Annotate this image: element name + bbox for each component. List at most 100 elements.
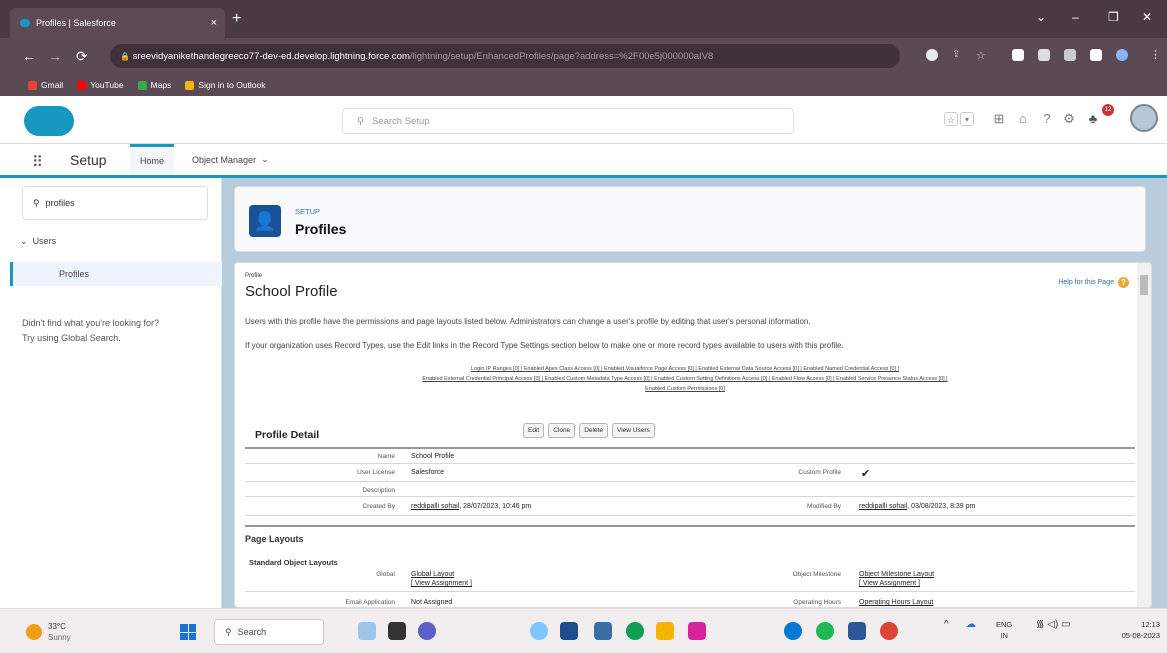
profile-name-heading: School Profile — [245, 283, 338, 300]
bookmark-outlook[interactable]: Sign in to Outlook — [185, 80, 266, 90]
bookmark-maps[interactable]: Maps — [137, 80, 171, 90]
links-line-2[interactable]: Enabled External Credential Principal Ac… — [422, 376, 947, 382]
divider — [245, 447, 1135, 449]
minimize-button[interactable]: – — [1072, 10, 1079, 24]
task-view-icon[interactable] — [388, 622, 406, 640]
created-date: , 28/07/2023, 10:46 pm — [459, 503, 532, 510]
detail-buttons: Edit Clone Delete View Users — [523, 423, 655, 438]
sidebar-item-profiles[interactable]: Profiles — [10, 262, 222, 286]
bookmark-star-icon[interactable]: ☆ — [976, 49, 988, 62]
url-field[interactable]: 🔒 sreevidyanikethandegreeco77-dev-ed.dev… — [110, 44, 900, 68]
tree-section-users[interactable]: ⌄ Users — [20, 236, 56, 247]
global-search-hint: Try using Global Search. — [22, 333, 121, 343]
bookmark-gmail[interactable]: Gmail — [28, 80, 63, 90]
milestone-layout-cell: Object Milestone Layout [ View Assignmen… — [859, 570, 934, 588]
quick-find-input[interactable]: ⚲ profiles — [22, 186, 208, 220]
store-icon[interactable] — [560, 622, 578, 640]
delete-button[interactable]: Delete — [579, 423, 608, 438]
related-links-line[interactable]: Enabled External Credential Principal Ac… — [245, 374, 1125, 384]
related-links-line[interactable]: Login IP Ranges [0] | Enabled Apex Class… — [245, 364, 1125, 374]
favorites-star-icon[interactable]: ☆ — [944, 112, 958, 126]
maximize-button[interactable]: ❐ — [1108, 10, 1119, 24]
add-icon[interactable]: ⊞ — [992, 112, 1006, 126]
links-line-3[interactable]: Enabled Custom Permissions [0] — [645, 386, 725, 392]
region: IN — [1000, 631, 1008, 640]
divider — [245, 515, 1135, 516]
time: 12:13 — [1141, 620, 1160, 629]
modified-by-user-link[interactable]: reddipalli sohail — [859, 503, 907, 510]
view-assignment-link[interactable]: [ View Assignment ] — [859, 579, 934, 588]
app-launcher-icon[interactable]: ⠿ — [32, 153, 43, 171]
forward-icon[interactable]: → — [48, 48, 62, 64]
spotify-icon[interactable] — [816, 622, 834, 640]
operating-hours-link[interactable]: Operating Hours Layout — [859, 599, 933, 606]
share-icon[interactable]: ⇪ — [952, 49, 964, 61]
widgets-icon[interactable] — [358, 622, 376, 640]
milestone-layout-link[interactable]: Object Milestone Layout — [859, 570, 934, 579]
gear-icon[interactable]: ⚙ — [1062, 112, 1076, 126]
menu-kebab-icon[interactable]: ⋮ — [1150, 48, 1161, 61]
bookmark-youtube[interactable]: YouTube — [77, 80, 124, 90]
search-setup-field[interactable]: ⚲ Search Setup — [342, 108, 794, 134]
help-for-this-page-link[interactable]: Help for this Page? — [1058, 277, 1129, 288]
scrollbar-thumb[interactable] — [1140, 275, 1148, 295]
address-bar-row: ← → ⟳ 🔒 sreevidyanikethandegreeco77-dev-… — [0, 38, 1167, 74]
modified-by-value: reddipalli sohail, 03/08/2023, 8:39 pm — [859, 503, 975, 510]
global-layout-link[interactable]: Global Layout — [411, 570, 472, 579]
help-icon[interactable]: ? — [1040, 112, 1054, 126]
file-explorer-icon[interactable] — [656, 622, 674, 640]
app-icon[interactable] — [784, 622, 802, 640]
weather-condition: Sunny — [48, 633, 71, 642]
new-tab-button[interactable]: + — [232, 10, 241, 28]
reload-icon[interactable]: ⟳ — [76, 48, 88, 65]
app-icon[interactable] — [530, 622, 548, 640]
clock[interactable]: 12:13 05-08-2023 — [1102, 619, 1160, 641]
tab-search-icon[interactable]: ⌄ — [1036, 10, 1046, 24]
trailhead-icon[interactable]: ⌂ — [1016, 112, 1030, 126]
notifications-bell-icon[interactable]: ♣ — [1086, 112, 1100, 126]
reading-list-icon[interactable] — [1064, 49, 1076, 61]
url-host: sreevidyanikethandegreeco77-dev-ed.devel… — [132, 50, 410, 62]
word-icon[interactable] — [848, 622, 866, 640]
edge-icon[interactable] — [626, 622, 644, 640]
page-eyebrow: SETUP — [295, 207, 321, 216]
salesforce-logo[interactable] — [24, 106, 74, 136]
view-users-button[interactable]: View Users — [611, 423, 655, 438]
browser-tab[interactable]: Profiles | Salesforce × — [10, 8, 225, 38]
extension-icon[interactable] — [1038, 49, 1050, 61]
avatar[interactable] — [1130, 104, 1158, 132]
created-by-user-link[interactable]: reddipalli sohail — [411, 503, 459, 510]
taskbar-search[interactable]: ⚲ Search — [214, 619, 324, 645]
chat-icon[interactable] — [418, 622, 436, 640]
weather-widget[interactable]: 33°C Sunny — [26, 621, 71, 643]
record-type-label: Profile — [245, 273, 263, 279]
edit-button[interactable]: Edit — [523, 423, 545, 438]
instagram-icon[interactable] — [688, 622, 706, 640]
windows-start-icon[interactable] — [180, 624, 196, 640]
links-line-1[interactable]: Login IP Ranges [0] | Enabled Apex Class… — [471, 366, 899, 372]
profile-avatar-icon[interactable] — [1116, 49, 1128, 61]
tab-close-icon[interactable]: × — [211, 17, 217, 29]
google-lens-icon[interactable] — [926, 49, 938, 61]
tray-chevron-icon[interactable]: ^ — [944, 619, 949, 630]
date: 05-08-2023 — [1121, 631, 1160, 640]
tab-object-manager[interactable]: Object Manager ⌄ — [182, 144, 279, 175]
maps-icon — [137, 80, 147, 90]
onedrive-icon[interactable]: ☁ — [966, 619, 976, 630]
clone-button[interactable]: Clone — [548, 423, 576, 438]
search-placeholder: Search Setup — [371, 115, 430, 127]
favorites-dropdown-icon[interactable]: ▾ — [960, 112, 974, 126]
content-scrollbar[interactable] — [1137, 263, 1151, 607]
related-links-line[interactable]: Enabled Custom Permissions [0] — [245, 384, 1125, 394]
chrome-icon[interactable] — [880, 622, 898, 640]
app-icon[interactable] — [594, 622, 612, 640]
wifi-volume-battery-icon[interactable]: ᯾ ◁) ▭ — [1036, 619, 1071, 630]
back-icon[interactable]: ← — [22, 48, 36, 64]
intro-text: Users with this profile have the permiss… — [245, 317, 811, 326]
view-assignment-link[interactable]: [ View Assignment ] — [411, 579, 472, 588]
extension-icon[interactable] — [1012, 49, 1024, 61]
language-indicator[interactable]: ENG IN — [996, 619, 1012, 641]
side-panel-icon[interactable] — [1090, 49, 1102, 61]
close-window-button[interactable]: ✕ — [1142, 10, 1152, 24]
tab-home[interactable]: Home — [130, 144, 175, 175]
